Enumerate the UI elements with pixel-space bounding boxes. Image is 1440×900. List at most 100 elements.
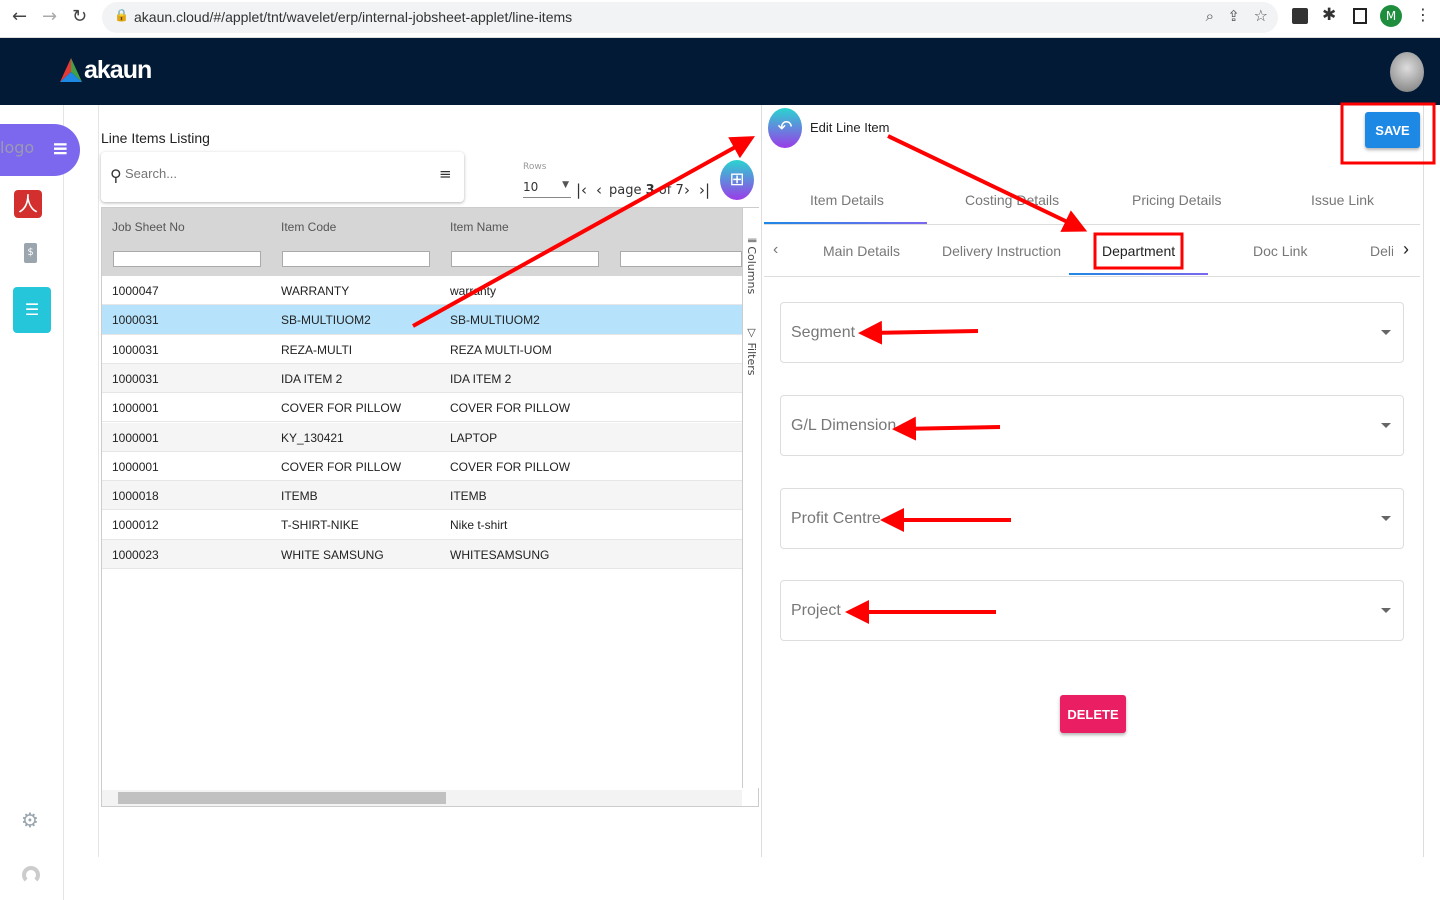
- listing-title: Line Items Listing: [101, 130, 210, 146]
- table-row[interactable]: 1000031 SB-MULTIUOM2 SB-MULTIUOM2: [102, 305, 742, 335]
- page-text: page: [609, 183, 642, 198]
- dropdown-icon: [1381, 516, 1391, 521]
- segment-select[interactable]: Segment: [780, 302, 1404, 363]
- first-page-icon[interactable]: |‹: [576, 181, 587, 199]
- cell-item-code: KY_130421: [281, 430, 344, 445]
- table-row[interactable]: 1000001 COVER FOR PILLOW COVER FOR PILLOW: [102, 452, 742, 482]
- search-input[interactable]: [125, 166, 425, 181]
- tab-costing-details[interactable]: Costing Details: [965, 192, 1059, 208]
- sidebar: [0, 105, 64, 900]
- filter-job-sheet-no[interactable]: [113, 251, 261, 267]
- page-current: 3: [645, 183, 655, 198]
- puzzle-icon[interactable]: ✱: [1322, 5, 1336, 25]
- cell-item-code: COVER FOR PILLOW: [281, 459, 402, 474]
- tabs-divider: [764, 224, 1420, 225]
- rows-label: Rows: [523, 162, 547, 172]
- page-indicator: page 3 of 7: [609, 183, 684, 198]
- cell-item-name: SB-MULTIUOM2: [450, 313, 540, 328]
- table-row[interactable]: 1000001 COVER FOR PILLOW COVER FOR PILLOW: [102, 393, 742, 423]
- page-of: of: [658, 183, 672, 198]
- scrollbar-thumb[interactable]: [118, 792, 446, 804]
- lock-icon: 🔒: [114, 8, 129, 22]
- delete-button[interactable]: DELETE: [1060, 695, 1126, 733]
- menu-expand-icon[interactable]: ≡: [52, 136, 69, 160]
- dropdown-icon: [1381, 423, 1391, 428]
- invoice-icon[interactable]: $: [24, 243, 37, 263]
- gear-icon[interactable]: ⚙: [21, 808, 39, 832]
- table-row[interactable]: 1000012 T-SHIRT-NIKE Nike t-shirt: [102, 510, 742, 540]
- filter-column-4[interactable]: [620, 251, 742, 267]
- active-subtab-indicator: [1069, 273, 1208, 275]
- user-avatar[interactable]: [1390, 52, 1424, 92]
- dropdown-icon: [1381, 330, 1391, 335]
- app-logo[interactable]: akaun: [84, 56, 152, 85]
- table-row[interactable]: 1000047 WARRANTY warranty: [102, 276, 742, 306]
- browser-toolbar: ← → ↻ 🔒 akaun.cloud/#/applet/tnt/wavelet…: [0, 0, 1440, 38]
- cell-item-name: warranty: [450, 284, 497, 298]
- filter-item-name[interactable]: [451, 251, 599, 267]
- cell-item-name: REZA MULTI-UOM: [450, 342, 552, 357]
- list-icon[interactable]: ☰: [13, 287, 51, 333]
- subtab-delivery-instruction[interactable]: Delivery Instruction: [942, 243, 1061, 259]
- grid-view-button[interactable]: ⊞: [720, 160, 754, 200]
- pdf-icon[interactable]: 人: [14, 190, 42, 218]
- rows-select[interactable]: 10 ▼: [523, 178, 571, 198]
- bookmark-star-icon[interactable]: ☆: [1254, 6, 1268, 25]
- column-header-item-code[interactable]: Item Code: [281, 220, 336, 234]
- profile-avatar[interactable]: M: [1380, 5, 1402, 27]
- table-row[interactable]: 1000018 ITEMB ITEMB: [102, 481, 742, 511]
- zoom-icon[interactable]: ⌕: [1206, 7, 1214, 25]
- reload-icon[interactable]: ↻: [72, 6, 87, 27]
- columns-tool[interactable]: ⦀ Columns: [745, 238, 758, 294]
- user-icon[interactable]: [22, 866, 40, 884]
- filter-item-code[interactable]: [282, 251, 430, 267]
- cell-job-sheet-no: 1000031: [112, 342, 159, 357]
- cell-item-code: SB-MULTIUOM2: [281, 313, 371, 328]
- table-row[interactable]: 1000031 IDA ITEM 2 IDA ITEM 2: [102, 363, 742, 394]
- address-bar[interactable]: 🔒 akaun.cloud/#/applet/tnt/wavelet/erp/i…: [102, 2, 1278, 33]
- tab-item-details[interactable]: Item Details: [810, 192, 884, 208]
- subtab-scroll-left-icon[interactable]: ‹: [773, 241, 778, 259]
- tab-issue-link[interactable]: Issue Link: [1311, 192, 1374, 208]
- menu-dots-icon[interactable]: ⋮: [1415, 5, 1431, 24]
- gl-dimension-label: G/L Dimension: [791, 417, 897, 434]
- segment-label: Segment: [791, 324, 856, 341]
- table-row[interactable]: 1000001 KY_130421 LAPTOP: [102, 422, 742, 452]
- prev-page-icon[interactable]: ‹: [596, 181, 602, 199]
- back-button[interactable]: ↶: [768, 108, 802, 148]
- akaun-logo-icon: [60, 58, 82, 82]
- horizontal-scrollbar[interactable]: [102, 790, 742, 806]
- table-row[interactable]: 1000031 REZA-MULTI REZA MULTI-UOM: [102, 335, 742, 364]
- sidebar-menu-toggle[interactable]: logo ≡: [0, 124, 80, 176]
- project-label: Project: [791, 602, 841, 619]
- search-box: ⚲ ≡: [101, 152, 464, 202]
- subtab-scroll-right-icon[interactable]: ›: [1403, 239, 1409, 260]
- column-header-job-sheet-no[interactable]: Job Sheet No: [112, 220, 185, 234]
- subtab-delivery[interactable]: Deli: [1370, 243, 1393, 259]
- cell-item-code: IDA ITEM 2: [281, 371, 343, 386]
- profit-centre-select[interactable]: Profit Centre: [780, 488, 1404, 549]
- column-header-item-name[interactable]: Item Name: [450, 220, 509, 234]
- rows-value: 10: [523, 180, 539, 194]
- save-button[interactable]: SAVE: [1365, 112, 1420, 148]
- next-page-icon[interactable]: ›: [684, 181, 690, 199]
- line-items-table: Job Sheet No Item Code Item Name 1000047…: [101, 207, 759, 807]
- subtab-doc-link[interactable]: Doc Link: [1253, 243, 1307, 259]
- extension-icon[interactable]: [1292, 8, 1308, 24]
- filters-tool[interactable]: ▽ Filters: [745, 326, 758, 375]
- tab-pricing-details[interactable]: Pricing Details: [1132, 192, 1221, 208]
- last-page-icon[interactable]: ›|: [699, 181, 710, 199]
- forward-icon[interactable]: →: [42, 6, 57, 27]
- filter-icon[interactable]: ≡: [439, 165, 452, 183]
- cell-job-sheet-no: 1000001: [112, 459, 159, 474]
- page-total: 7: [675, 183, 684, 198]
- subtab-main-details[interactable]: Main Details: [823, 243, 900, 259]
- cell-item-code: ITEMB: [281, 489, 318, 504]
- subtab-department[interactable]: Department: [1102, 243, 1175, 259]
- project-select[interactable]: Project: [780, 580, 1404, 641]
- gl-dimension-select[interactable]: G/L Dimension: [780, 395, 1404, 456]
- back-icon[interactable]: ←: [12, 6, 27, 27]
- share-icon[interactable]: ⇪: [1227, 7, 1240, 25]
- table-row[interactable]: 1000023 WHITE SAMSUNG WHITESAMSUNG: [102, 539, 742, 569]
- sidepanel-icon[interactable]: [1353, 8, 1367, 24]
